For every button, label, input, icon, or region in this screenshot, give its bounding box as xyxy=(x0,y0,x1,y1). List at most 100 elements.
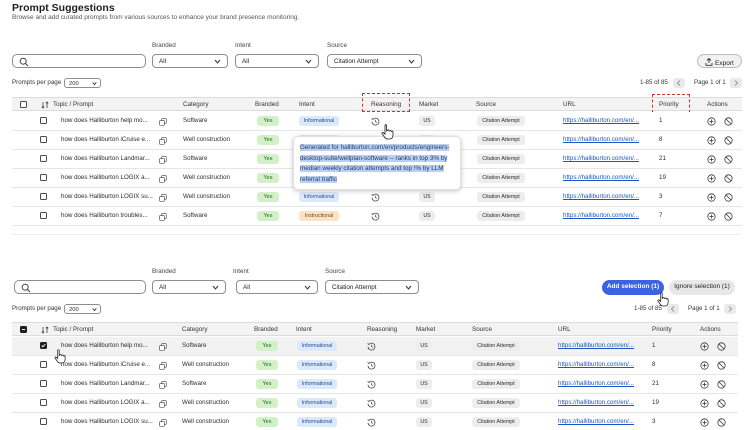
table-row[interactable]: how does Halliburton Landmar... Software Y… xyxy=(12,375,738,394)
select-all-checkbox[interactable] xyxy=(20,101,27,108)
sort-icon[interactable] xyxy=(41,326,49,334)
col-reasoning[interactable]: Reasoning xyxy=(367,326,397,333)
add-circle-icon[interactable] xyxy=(707,155,716,164)
url-link[interactable]: https://halliburton.com/en/... xyxy=(563,212,639,219)
history-icon[interactable] xyxy=(367,361,376,370)
ignore-circle-icon[interactable] xyxy=(717,418,726,427)
url-link[interactable]: https://halliburton.com/en/... xyxy=(563,117,639,124)
table-row[interactable]: how does Halliburton LOGIX a... Well cons… xyxy=(12,394,738,413)
ignore-circle-icon[interactable] xyxy=(724,193,733,202)
copy-icon[interactable] xyxy=(159,381,167,389)
row-checkbox[interactable] xyxy=(40,136,47,143)
intent-select[interactable]: All xyxy=(236,280,318,294)
ignore-circle-icon[interactable] xyxy=(724,174,733,183)
add-circle-icon[interactable] xyxy=(707,174,716,183)
sort-icon[interactable] xyxy=(41,101,49,109)
copy-icon[interactable] xyxy=(159,194,167,202)
copy-icon[interactable] xyxy=(159,419,167,427)
ignore-circle-icon[interactable] xyxy=(724,212,733,221)
url-link[interactable]: https://halliburton.com/en/... xyxy=(558,380,634,387)
add-circle-icon[interactable] xyxy=(700,342,709,351)
search-input[interactable] xyxy=(14,280,146,294)
add-circle-icon[interactable] xyxy=(707,212,716,221)
table-row[interactable]: how does Halliburton troubles... Software… xyxy=(12,207,742,226)
add-circle-icon[interactable] xyxy=(700,380,709,389)
col-priority[interactable]: Priority xyxy=(652,326,672,333)
col-category[interactable]: Category xyxy=(183,101,209,108)
col-branded[interactable]: Branded xyxy=(254,326,278,333)
next-page-button[interactable] xyxy=(724,304,736,314)
intent-select[interactable]: All xyxy=(235,54,319,68)
table-row[interactable]: how does Halliburton help mo... Software Y… xyxy=(12,337,738,356)
history-icon[interactable] xyxy=(367,418,376,427)
col-source[interactable]: Source xyxy=(472,326,492,333)
prev-page-button[interactable] xyxy=(673,78,685,88)
copy-icon[interactable] xyxy=(159,118,167,126)
per-page-select[interactable]: 200 xyxy=(64,78,101,88)
col-url[interactable]: URL xyxy=(558,326,571,333)
col-topic[interactable]: Topic / Prompt xyxy=(53,326,93,333)
url-link[interactable]: https://halliburton.com/en/... xyxy=(558,342,634,349)
history-icon[interactable] xyxy=(371,212,380,221)
row-checkbox[interactable] xyxy=(40,380,47,387)
url-link[interactable]: https://halliburton.com/en/... xyxy=(558,361,634,368)
history-icon[interactable] xyxy=(367,342,376,351)
ignore-circle-icon[interactable] xyxy=(724,136,733,145)
copy-icon[interactable] xyxy=(159,137,167,145)
history-icon[interactable] xyxy=(367,380,376,389)
url-link[interactable]: https://halliburton.com/en/... xyxy=(558,418,634,425)
add-circle-icon[interactable] xyxy=(700,399,709,408)
table-row[interactable]: how does Halliburton LOGIX su... Well con… xyxy=(12,188,742,207)
search-input[interactable] xyxy=(12,54,146,68)
add-circle-icon[interactable] xyxy=(707,117,716,126)
row-checkbox[interactable] xyxy=(40,193,47,200)
add-circle-icon[interactable] xyxy=(707,136,716,145)
add-selection-button[interactable]: Add selection (1) xyxy=(602,280,664,295)
source-select[interactable]: Citation Attempt xyxy=(327,54,422,68)
row-checkbox[interactable] xyxy=(40,361,47,368)
row-checkbox[interactable] xyxy=(40,212,47,219)
row-checkbox[interactable] xyxy=(40,155,47,162)
row-checkbox[interactable] xyxy=(40,342,47,349)
ignore-circle-icon[interactable] xyxy=(717,399,726,408)
col-topic[interactable]: Topic / Prompt xyxy=(53,101,93,108)
ignore-circle-icon[interactable] xyxy=(717,342,726,351)
ignore-circle-icon[interactable] xyxy=(724,117,733,126)
url-link[interactable]: https://halliburton.com/en/... xyxy=(563,136,639,143)
table-row[interactable]: how does Halliburton help mo... Software Y… xyxy=(12,112,742,131)
table-row[interactable]: how does Halliburton LOGIX su... Well con… xyxy=(12,413,738,430)
copy-icon[interactable] xyxy=(159,362,167,370)
ignore-selection-button[interactable]: Ignore selection (1) xyxy=(669,280,735,295)
select-all-checkbox[interactable] xyxy=(20,326,27,333)
add-circle-icon[interactable] xyxy=(707,193,716,202)
url-link[interactable]: https://halliburton.com/en/... xyxy=(563,193,639,200)
branded-select[interactable]: All xyxy=(152,54,228,68)
copy-icon[interactable] xyxy=(159,213,167,221)
url-link[interactable]: https://halliburton.com/en/... xyxy=(563,155,639,162)
prev-page-button[interactable] xyxy=(667,304,679,314)
col-market[interactable]: Market xyxy=(416,326,435,333)
col-url[interactable]: URL xyxy=(563,101,576,108)
history-icon[interactable] xyxy=(367,399,376,408)
history-icon[interactable] xyxy=(371,117,380,126)
row-checkbox[interactable] xyxy=(40,418,47,425)
ignore-circle-icon[interactable] xyxy=(717,380,726,389)
source-select[interactable]: Citation Attempt xyxy=(325,280,419,294)
col-intent[interactable]: Intent xyxy=(296,326,312,333)
copy-icon[interactable] xyxy=(159,156,167,164)
ignore-circle-icon[interactable] xyxy=(724,155,733,164)
row-checkbox[interactable] xyxy=(40,174,47,181)
col-category[interactable]: Category xyxy=(182,326,208,333)
col-branded[interactable]: Branded xyxy=(255,101,279,108)
copy-icon[interactable] xyxy=(159,400,167,408)
url-link[interactable]: https://halliburton.com/en/... xyxy=(563,174,639,181)
copy-icon[interactable] xyxy=(159,175,167,183)
branded-select[interactable]: All xyxy=(152,280,226,294)
history-icon[interactable] xyxy=(371,193,380,202)
col-intent[interactable]: Intent xyxy=(299,101,315,108)
add-circle-icon[interactable] xyxy=(700,361,709,370)
url-link[interactable]: https://halliburton.com/en/... xyxy=(558,399,634,406)
export-button[interactable]: Export xyxy=(697,54,742,68)
per-page-select[interactable]: 200 xyxy=(64,304,101,314)
copy-icon[interactable] xyxy=(159,343,167,351)
